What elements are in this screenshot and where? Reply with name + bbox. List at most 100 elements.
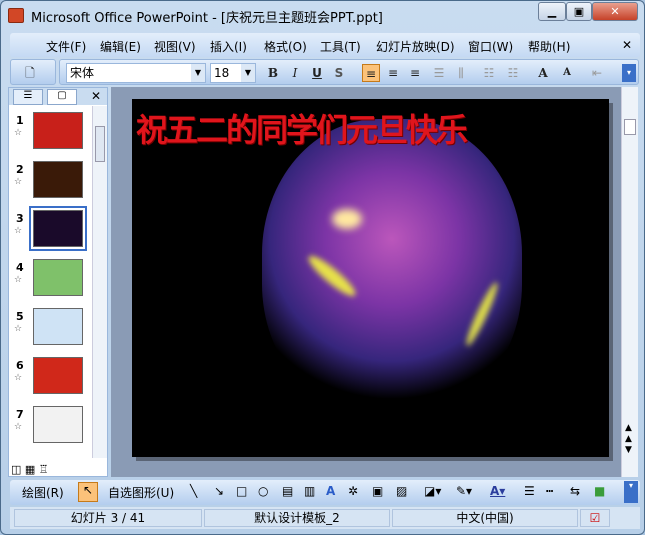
grow-font-button[interactable]: A — [534, 64, 552, 82]
bold-button[interactable]: B — [264, 64, 282, 82]
underline-button[interactable]: U — [308, 64, 326, 82]
toolbar-options-button[interactable]: ▾ — [624, 481, 638, 503]
align-left-button[interactable]: ≡ — [362, 64, 380, 82]
wordart-icon[interactable]: A — [326, 484, 335, 498]
slides-tab[interactable]: ▢ — [47, 89, 77, 105]
slide-thumbnail[interactable] — [33, 161, 83, 198]
vertical-textbox-icon[interactable]: ▥ — [304, 484, 315, 498]
view-buttons[interactable]: ◫ ▦ ♖ — [11, 463, 49, 476]
toolbar-options-button[interactable]: ▾ — [622, 64, 636, 82]
slide-number: 1 — [16, 114, 24, 127]
rectangle-icon[interactable]: □ — [236, 484, 247, 498]
maximize-button[interactable]: ▣ — [566, 2, 592, 21]
shadow-style-icon[interactable]: ■ — [594, 484, 605, 498]
clipart-icon[interactable]: ▣ — [372, 484, 383, 498]
slide-number: 6 — [16, 359, 24, 372]
slide-number: 2 — [16, 163, 24, 176]
powerpoint-window: Microsoft Office PowerPoint - [庆祝元旦主题班会P… — [0, 0, 645, 535]
autoshapes-menu[interactable]: 自选图形(U) — [108, 484, 174, 501]
scroll-thumb[interactable] — [95, 126, 105, 162]
close-button[interactable]: ✕ — [592, 2, 638, 21]
slide-thumbnail[interactable] — [29, 206, 87, 251]
align-center-button[interactable]: ≡ — [384, 64, 402, 82]
fill-color-icon[interactable]: ◪▾ — [424, 484, 441, 498]
numbering-icon[interactable]: ☷ — [480, 64, 498, 82]
animation-star-icon: ☆ — [14, 177, 23, 187]
slide-number: 4 — [16, 261, 24, 274]
shrink-font-button[interactable]: A — [558, 64, 576, 82]
drawing-toolbar: 绘图(R) ↖ 自选图形(U) ╲ ↘ □ ○ ▤ ▥ A ✲ ▣ ▨ ◪▾ ✎… — [10, 480, 640, 505]
menu-slideshow[interactable]: 幻灯片放映(D) — [376, 38, 455, 55]
dash-style-icon[interactable]: ┅ — [546, 484, 553, 498]
menu-view[interactable]: 视图(V) — [154, 38, 196, 55]
powerpoint-icon — [8, 8, 24, 23]
title-bar: Microsoft Office PowerPoint - [庆祝元旦主题班会P… — [1, 1, 645, 31]
slide-number: 3 — [16, 212, 24, 225]
oval-icon[interactable]: ○ — [258, 484, 268, 498]
bullets-icon[interactable]: ☷ — [504, 64, 522, 82]
animation-star-icon: ☆ — [14, 373, 23, 383]
slide-thumbnail[interactable] — [33, 357, 83, 394]
spelling-check-icon[interactable]: ☑ — [580, 509, 610, 527]
decrease-indent-icon[interactable]: ⇤ — [588, 64, 606, 82]
slide-title: 祝五二的同学们元旦快乐 — [136, 111, 468, 149]
shadow-button[interactable]: S — [330, 64, 348, 82]
line-icon[interactable]: ╲ — [190, 484, 197, 498]
italic-button[interactable]: I — [286, 64, 304, 82]
picture-icon[interactable]: ▨ — [396, 484, 407, 498]
menu-window[interactable]: 窗口(W) — [468, 38, 513, 55]
line-color-icon[interactable]: ✎▾ — [456, 484, 472, 498]
menu-insert[interactable]: 插入(I) — [210, 38, 247, 55]
distribute-icon[interactable]: ☰ — [430, 64, 448, 82]
animation-star-icon: ☆ — [14, 128, 23, 138]
slides-scrollbar[interactable] — [92, 106, 107, 458]
menu-edit[interactable]: 编辑(E) — [100, 38, 141, 55]
minimize-button[interactable]: ▁ — [538, 2, 566, 21]
chevron-down-icon[interactable]: ▼ — [191, 64, 205, 82]
font-color-icon[interactable]: A▾ — [490, 484, 505, 498]
close-pane-button[interactable]: ✕ — [91, 89, 101, 103]
slide-number: 5 — [16, 310, 24, 323]
main-scrollbar[interactable]: ▲ ▲ ▼ — [621, 87, 638, 477]
align-right-button[interactable]: ≡ — [406, 64, 424, 82]
design-template: 默认设计模板_2 — [204, 509, 390, 527]
language: 中文(中国) — [392, 509, 578, 527]
status-bar: 幻灯片 3 / 41 默认设计模板_2 中文(中国) ☑ — [10, 507, 640, 529]
textbox-icon[interactable]: ▤ — [282, 484, 293, 498]
font-select[interactable]: 宋体 ▼ — [66, 63, 206, 83]
animation-star-icon: ☆ — [14, 275, 23, 285]
menu-tools[interactable]: 工具(T) — [320, 38, 361, 55]
size-select[interactable]: 18 ▼ — [210, 63, 256, 83]
menu-help[interactable]: 帮助(H) — [528, 38, 570, 55]
chevron-down-icon[interactable]: ▼ — [241, 64, 255, 82]
select-pointer-icon[interactable]: ↖ — [78, 482, 98, 502]
slide-editing-area: 祝五二的同学们元旦快乐 ▲ ▲ ▼ — [111, 87, 638, 477]
fireworks-image — [262, 119, 522, 419]
font-value: 宋体 — [70, 66, 95, 80]
slide-thumbnail[interactable] — [33, 406, 83, 443]
vertical-distribute-icon[interactable]: ⫼ — [452, 64, 470, 82]
draw-menu[interactable]: 绘图(R) — [22, 484, 64, 501]
prev-next-slide-buttons[interactable]: ▲ ▲ ▼ — [625, 423, 632, 456]
formatting-toolbar: 宋体 ▼ 18 ▼ B I U S ≡ ≡ ≡ ☰ ⫼ ☷ ☷ A A ⇤ ▾ — [59, 59, 639, 85]
scroll-thumb[interactable] — [624, 119, 636, 135]
line-style-icon[interactable]: ☰ — [524, 484, 535, 498]
slide-thumbnail[interactable] — [33, 259, 83, 296]
standard-toolbar: 🗋 — [10, 59, 56, 85]
arrow-style-icon[interactable]: ⇆ — [570, 484, 580, 498]
menu-file[interactable]: 文件(F) — [46, 38, 86, 55]
menu-bar: 文件(F) 编辑(E) 视图(V) 插入(I) 格式(O) 工具(T) 幻灯片放… — [10, 33, 640, 57]
size-value: 18 — [214, 66, 230, 80]
close-document-button[interactable]: ✕ — [622, 38, 632, 52]
arrow-icon[interactable]: ↘ — [214, 484, 224, 498]
slide-thumbnail[interactable] — [33, 308, 83, 345]
slide-counter: 幻灯片 3 / 41 — [14, 509, 202, 527]
slide-thumbnail[interactable] — [33, 112, 83, 149]
window-title: Microsoft Office PowerPoint - [庆祝元旦主题班会P… — [31, 11, 383, 26]
animation-star-icon: ☆ — [14, 324, 23, 334]
new-icon[interactable]: 🗋 — [21, 64, 39, 82]
menu-format[interactable]: 格式(O) — [264, 38, 307, 55]
diagram-icon[interactable]: ✲ — [348, 484, 358, 498]
outline-tab[interactable]: ☰ — [13, 89, 43, 105]
current-slide[interactable]: 祝五二的同学们元旦快乐 — [132, 99, 609, 457]
